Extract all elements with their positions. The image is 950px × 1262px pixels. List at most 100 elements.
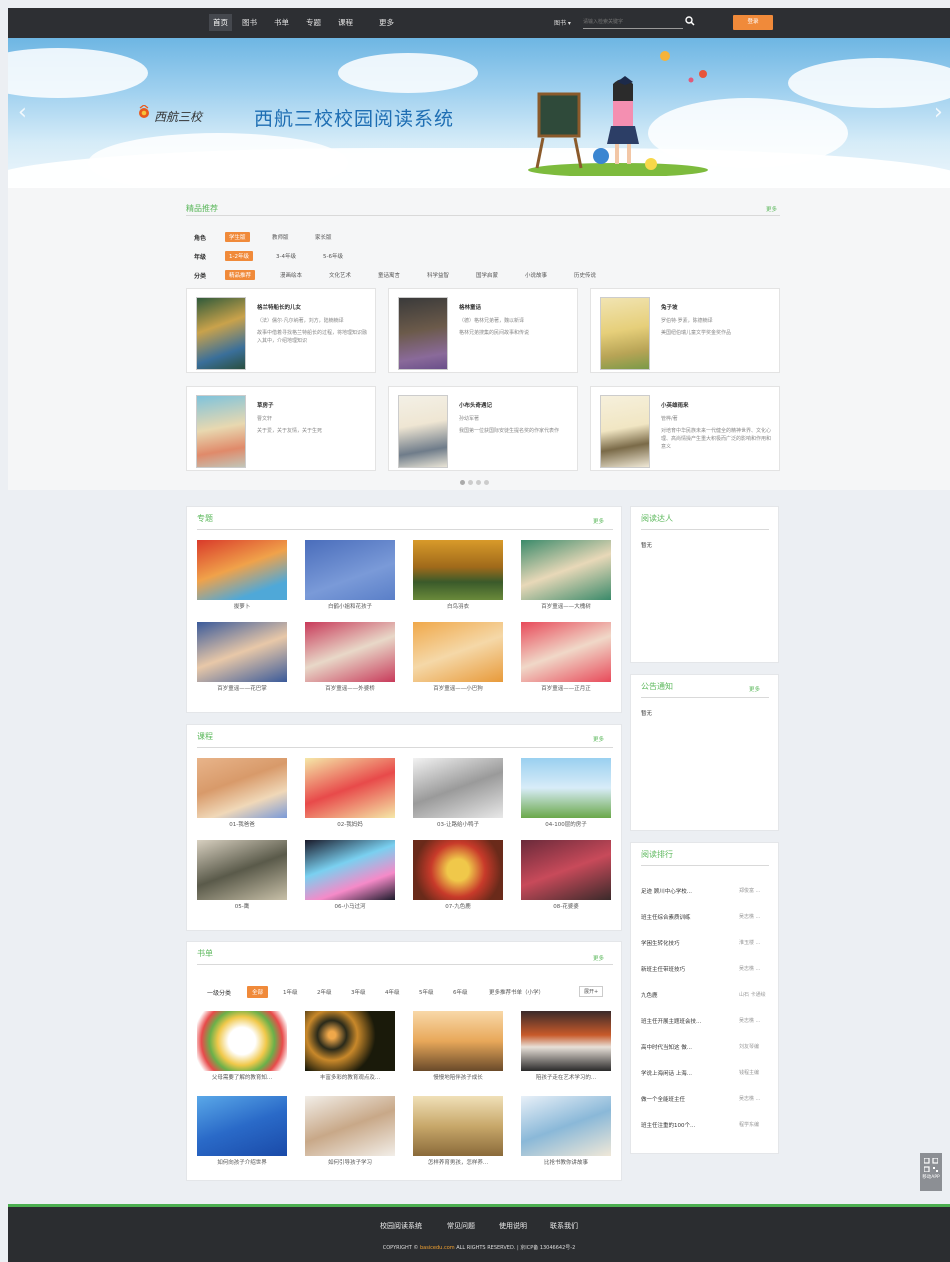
booklist-filter-grade2[interactable]: 2年级	[313, 987, 336, 997]
booklist-filter-grade1[interactable]: 1年级	[279, 987, 302, 997]
role-student[interactable]: 学生版	[225, 232, 250, 242]
course-thumb[interactable]	[305, 840, 395, 900]
category-novel[interactable]: 小说故事	[521, 270, 551, 280]
book-card[interactable]: 草房子 曹文轩 关于爱，关于友情，关于生死	[186, 386, 376, 471]
topic-thumb[interactable]	[413, 622, 503, 682]
ranking-item[interactable]: 新班主任带班技巧	[641, 965, 726, 973]
book-card[interactable]: 小英雄雨来 管桦/著 对培育中华民族未来一代健全的精神世界、文化心理、高尚情操产…	[590, 386, 780, 471]
search-input[interactable]	[583, 15, 683, 29]
booklist-filter-all[interactable]: 全部	[247, 986, 269, 998]
ranking-item[interactable]: 高中时代当知这 做...	[641, 1043, 726, 1051]
topic-caption[interactable]: 百岁童谣——外婆桥	[295, 684, 405, 692]
course-caption[interactable]: 02-我妈妈	[295, 820, 405, 828]
course-caption[interactable]: 08-花婆婆	[511, 902, 621, 910]
featured-more-link[interactable]: 更多	[766, 205, 777, 213]
ranking-item[interactable]: 足迹 顾川中心学校...	[641, 887, 726, 895]
topic-thumb[interactable]	[521, 622, 611, 682]
booklist-thumb[interactable]	[197, 1096, 287, 1156]
topic-caption[interactable]: 拔萝卜	[187, 602, 297, 610]
nav-topics[interactable]: 专题	[306, 17, 321, 28]
ranking-item[interactable]: 班主任注重的100个...	[641, 1121, 726, 1129]
nav-booklists[interactable]: 书单	[274, 17, 289, 28]
search-category-select[interactable]: 图书 ▾	[554, 18, 571, 27]
grade-1-2[interactable]: 1-2年级	[225, 251, 253, 261]
category-classics[interactable]: 国学启蒙	[472, 270, 502, 280]
topic-caption[interactable]: 百岁童谣——花巴掌	[187, 684, 297, 692]
nav-home[interactable]: 首页	[209, 14, 232, 31]
category-history[interactable]: 历史传说	[570, 270, 600, 280]
role-teacher[interactable]: 教师版	[268, 232, 293, 242]
courses-more-link[interactable]: 更多	[593, 735, 604, 743]
course-caption[interactable]: 04-100层的房子	[511, 820, 621, 828]
course-thumb[interactable]	[197, 840, 287, 900]
course-caption[interactable]: 05-鹰	[187, 902, 297, 910]
ranking-item[interactable]: 学说上海闲话 上海...	[641, 1069, 726, 1077]
course-caption[interactable]: 03-让路给小鸭子	[403, 820, 513, 828]
ranking-item[interactable]: 班主任综合素质训练	[641, 913, 726, 921]
booklist-caption[interactable]: 比抢书教你讲故事	[511, 1158, 621, 1166]
booklist-filter-grade4[interactable]: 4年级	[381, 987, 404, 997]
mobile-app-qr[interactable]: 移动APP	[920, 1153, 942, 1191]
category-culture[interactable]: 文化艺术	[325, 270, 355, 280]
search-icon[interactable]	[685, 16, 695, 26]
book-card[interactable]: 兔子坡 罗伯特·罗素，陈德楠译 美国纽伯瑞儿童文学奖金奖作品	[590, 288, 780, 373]
course-thumb[interactable]	[521, 758, 611, 818]
booklist-thumb[interactable]	[413, 1096, 503, 1156]
course-caption[interactable]: 01-我爸爸	[187, 820, 297, 828]
carousel-dot[interactable]	[476, 480, 481, 485]
ranking-item[interactable]: 九色鹿	[641, 991, 726, 999]
booklist-thumb[interactable]	[305, 1096, 395, 1156]
book-card[interactable]: 格兰特船长的儿女 （法）儒尔·凡尔纳著，刘方，陆楠楠译 故事中借着寻找格兰特船长…	[186, 288, 376, 373]
course-thumb[interactable]	[413, 840, 503, 900]
booklist-caption[interactable]: 慢慢地陪伴孩子成长	[403, 1073, 513, 1081]
course-thumb[interactable]	[413, 758, 503, 818]
topic-thumb[interactable]	[521, 540, 611, 600]
booklist-thumb[interactable]	[197, 1011, 287, 1071]
ranking-item[interactable]: 做一个全能班主任	[641, 1095, 726, 1103]
booklist-thumb[interactable]	[521, 1096, 611, 1156]
footer-link-help[interactable]: 使用说明	[499, 1221, 527, 1231]
ranking-item[interactable]: 学困生转化技巧	[641, 939, 726, 947]
booklists-more-link[interactable]: 更多	[593, 954, 604, 962]
topic-caption[interactable]: 百岁童谣——大槐树	[511, 602, 621, 610]
nav-books[interactable]: 图书	[242, 17, 257, 28]
topic-caption[interactable]: 白鸟羽衣	[403, 602, 513, 610]
category-science[interactable]: 科学益智	[423, 270, 453, 280]
booklist-thumb[interactable]	[413, 1011, 503, 1071]
booklist-filter-grade3[interactable]: 3年级	[347, 987, 370, 997]
banner-next-arrow[interactable]: ›	[934, 100, 943, 125]
booklist-caption[interactable]: 陪孩子走在艺术学习的...	[511, 1073, 621, 1081]
grade-3-4[interactable]: 3-4年级	[272, 251, 300, 261]
course-caption[interactable]: 07-九色鹿	[403, 902, 513, 910]
carousel-dot[interactable]	[484, 480, 489, 485]
topic-thumb[interactable]	[197, 540, 287, 600]
booklist-filter-grade5[interactable]: 5年级	[415, 987, 438, 997]
nav-more[interactable]: 更多	[379, 17, 394, 28]
course-thumb[interactable]	[521, 840, 611, 900]
role-parent[interactable]: 家长版	[311, 232, 336, 242]
topic-thumb[interactable]	[305, 622, 395, 682]
topic-thumb[interactable]	[305, 540, 395, 600]
topic-caption[interactable]: 百岁童谣——小巴狗	[403, 684, 513, 692]
booklist-thumb[interactable]	[521, 1011, 611, 1071]
booklist-filter-grade6[interactable]: 6年级	[449, 987, 472, 997]
booklist-thumb[interactable]	[305, 1011, 395, 1071]
booklist-caption[interactable]: 父母需要了解的教育知...	[187, 1073, 297, 1081]
booklist-caption[interactable]: 怎样养育男孩，怎样养...	[403, 1158, 513, 1166]
booklist-filter-more[interactable]: 更多推荐书单（小学）	[485, 987, 548, 997]
course-thumb[interactable]	[197, 758, 287, 818]
booklist-expand-button[interactable]: 展开+	[579, 986, 604, 997]
copyright-domain-link[interactable]: basicedu.com	[420, 1245, 455, 1251]
booklist-caption[interactable]: 如何向孩子介绍世界	[187, 1158, 297, 1166]
book-card[interactable]: 小布头奇遇记 孙幼军著 我国第一位获国际安徒生提名奖的作家代表作	[388, 386, 578, 471]
notice-more-link[interactable]: 更多	[749, 685, 760, 693]
footer-link-system[interactable]: 校园阅读系统	[380, 1221, 422, 1231]
carousel-dot[interactable]	[468, 480, 473, 485]
category-fairy[interactable]: 童话寓言	[374, 270, 404, 280]
book-card[interactable]: 格林童话 （德）格林兄弟著，魏以新译 格林兄弟搜集的民间故事和传说	[388, 288, 578, 373]
login-button[interactable]: 登录	[733, 15, 773, 30]
course-thumb[interactable]	[305, 758, 395, 818]
topic-thumb[interactable]	[197, 622, 287, 682]
topics-more-link[interactable]: 更多	[593, 517, 604, 525]
category-featured[interactable]: 精品推荐	[225, 270, 256, 280]
